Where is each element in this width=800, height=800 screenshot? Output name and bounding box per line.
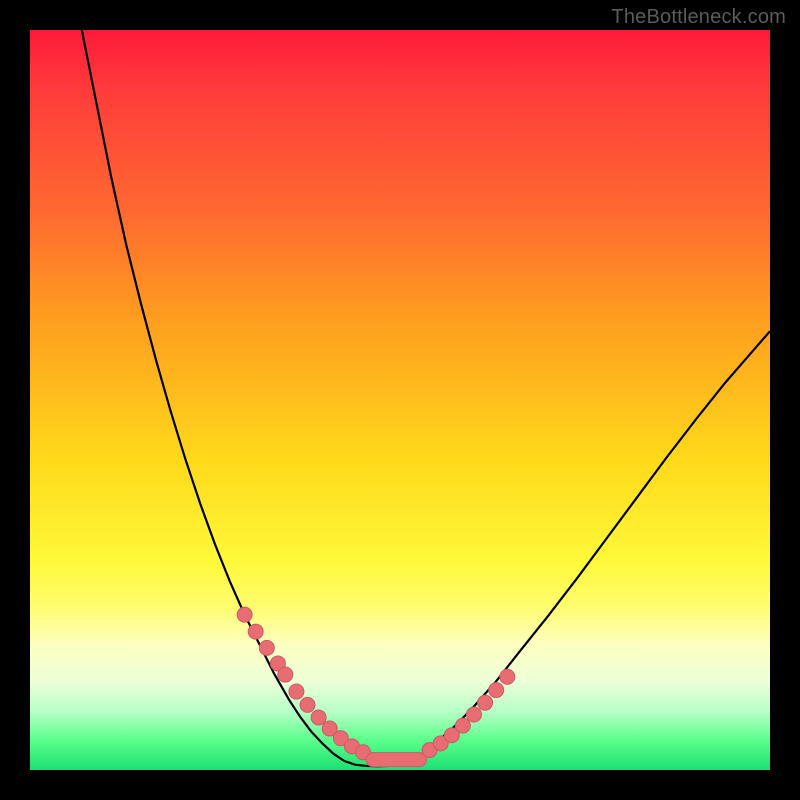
curve-right xyxy=(409,331,770,762)
chart-svg xyxy=(30,30,770,770)
marker-dot xyxy=(259,640,274,655)
marker-dot xyxy=(248,624,263,639)
marker-dot xyxy=(278,667,293,682)
curve-left xyxy=(82,30,345,761)
marker-dot xyxy=(289,684,304,699)
marker-dot xyxy=(237,607,252,622)
marker-dot xyxy=(467,707,482,722)
marker-dot xyxy=(311,710,326,725)
watermark-text: TheBottleneck.com xyxy=(611,6,786,29)
marker-dot xyxy=(489,683,504,698)
marker-dot xyxy=(500,669,515,684)
marker-layer xyxy=(237,607,515,767)
marker-dot xyxy=(478,695,493,710)
marker-dot xyxy=(300,697,315,712)
marker-dot xyxy=(455,718,470,733)
outer-frame: TheBottleneck.com xyxy=(0,0,800,800)
plot-area xyxy=(30,30,770,770)
marker-pill xyxy=(366,753,426,767)
